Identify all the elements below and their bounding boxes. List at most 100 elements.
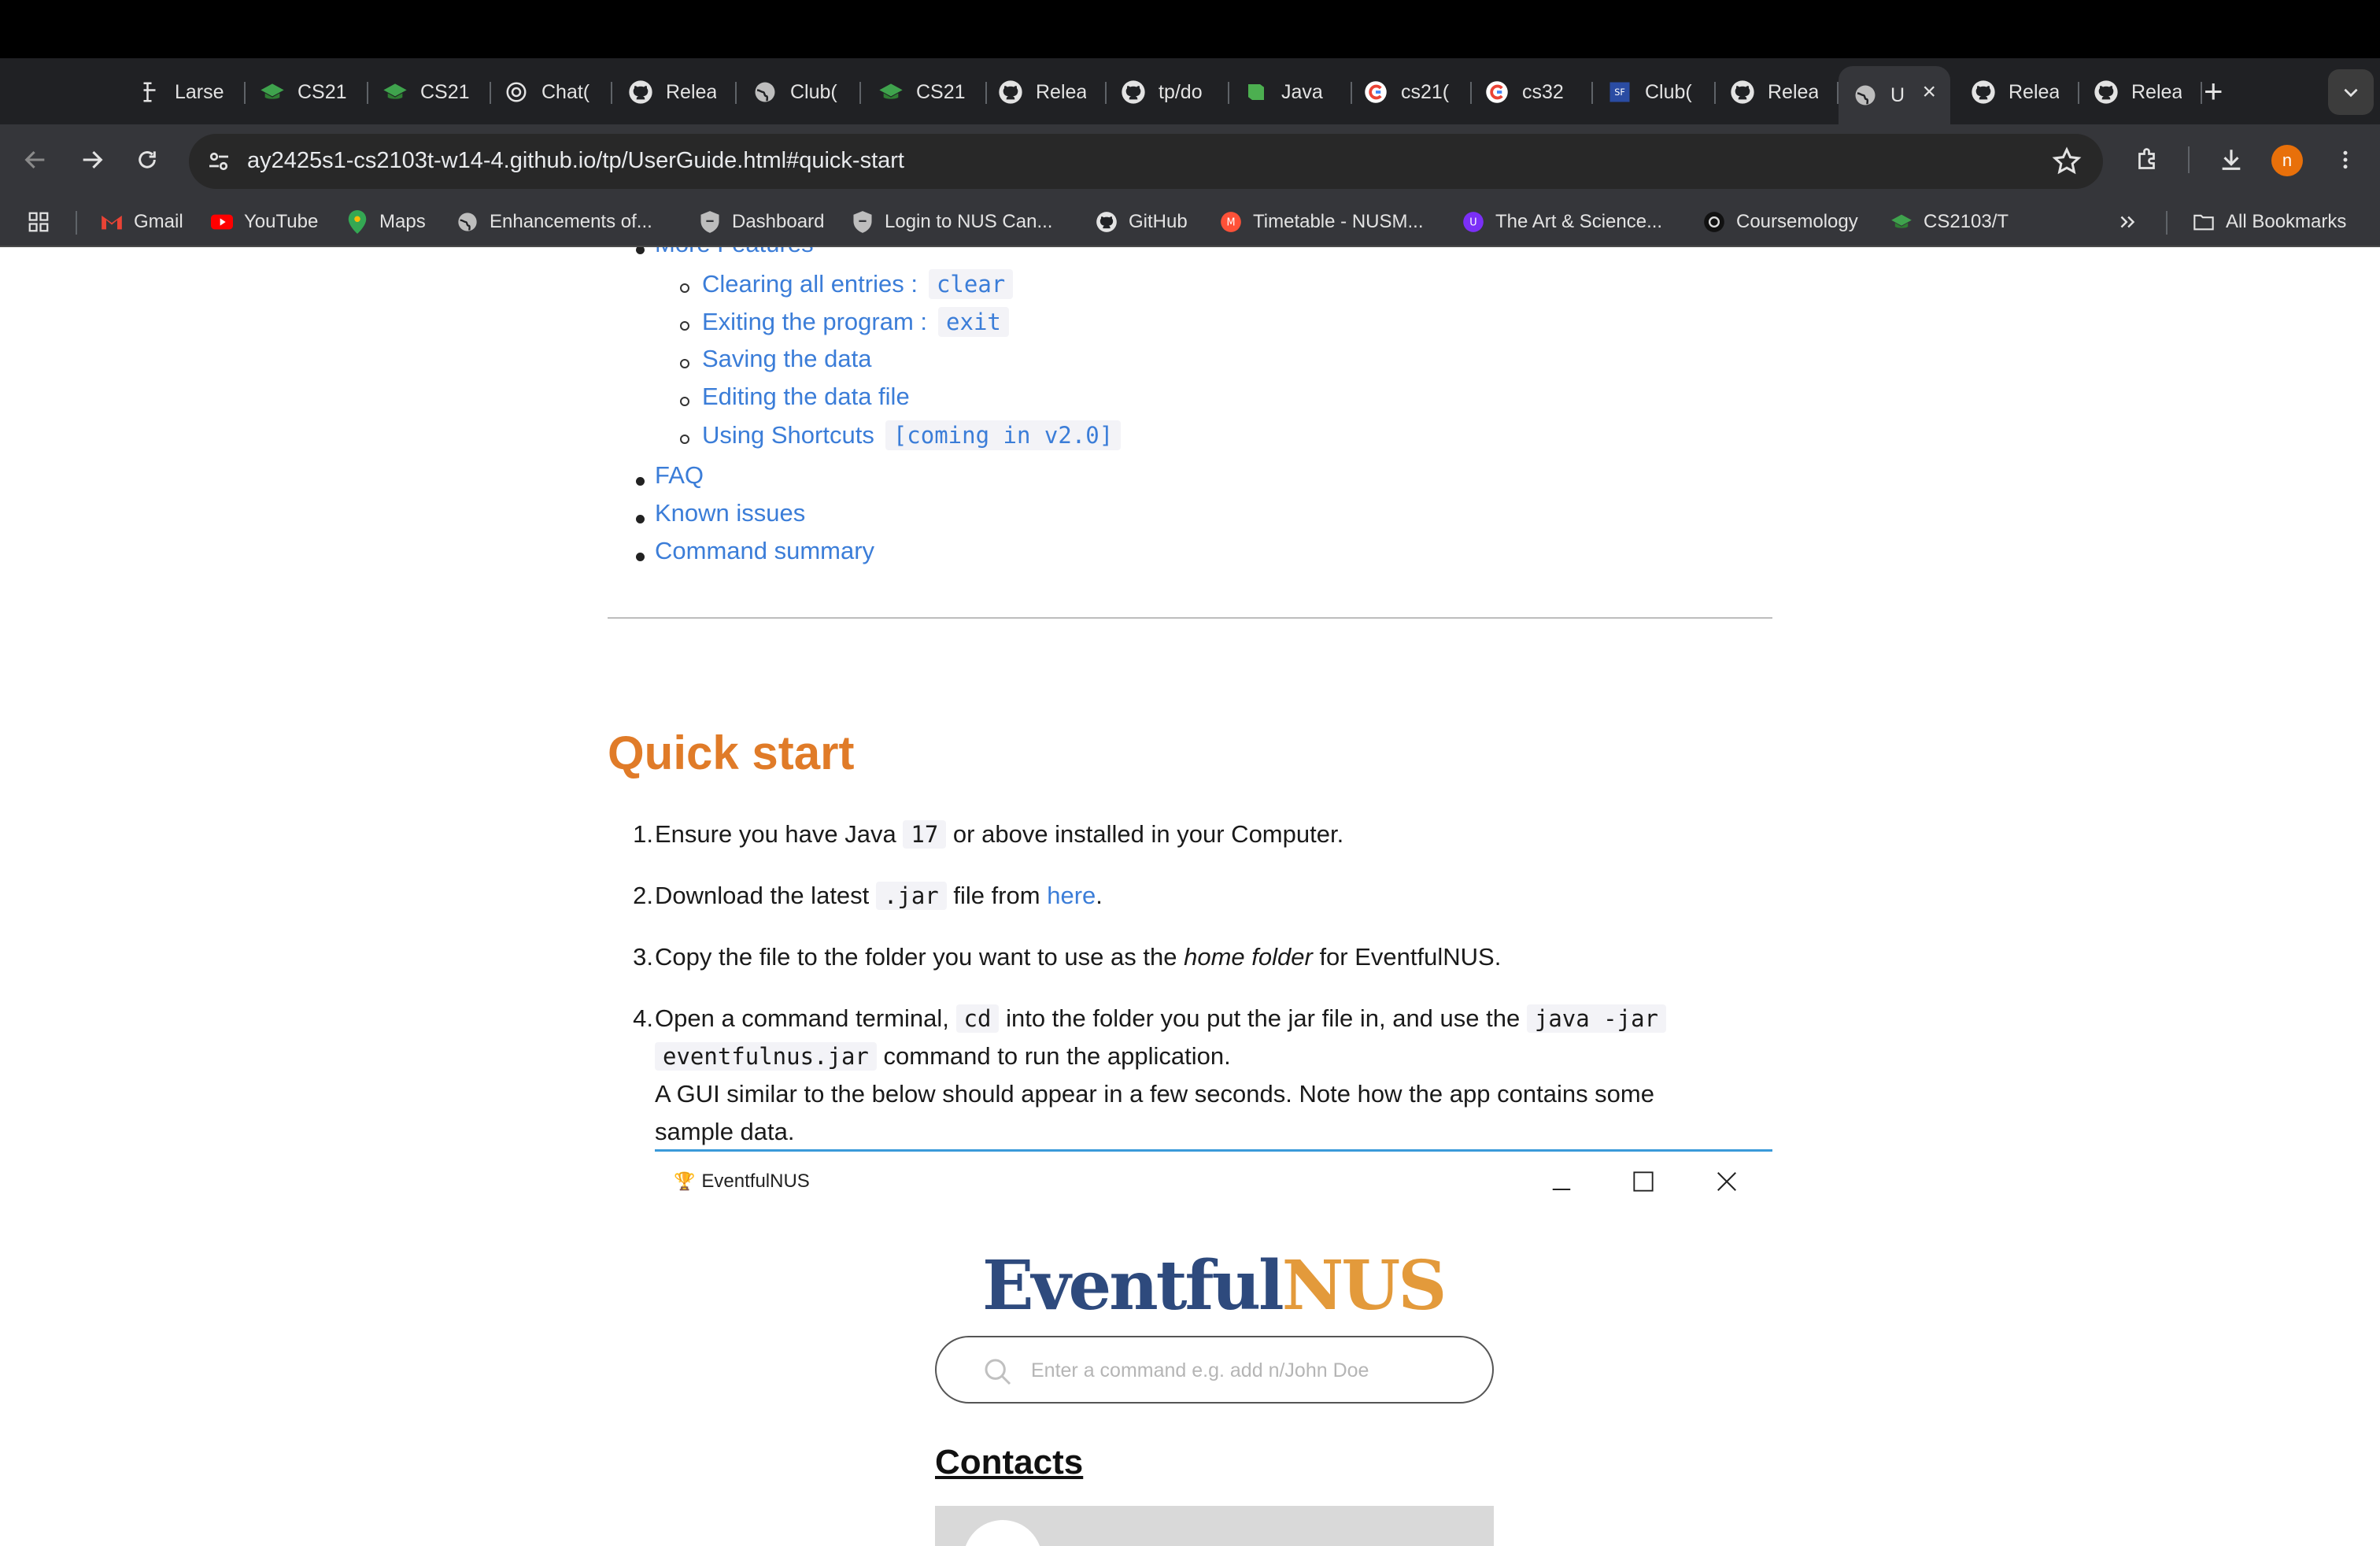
tab-search-button[interactable] — [2328, 69, 2374, 115]
shield-icon — [699, 211, 721, 233]
site-info-icon[interactable] — [205, 147, 233, 176]
arrow-left-icon — [24, 150, 45, 169]
graduation-cap-icon — [260, 80, 285, 105]
bookmark-6[interactable]: GitHub — [1096, 208, 1188, 236]
close-tab-icon[interactable]: × — [1922, 79, 1936, 105]
bookmark-4[interactable]: Dashboard — [699, 208, 824, 236]
all-bookmarks-button[interactable]: All Bookmarks — [2193, 208, 2346, 236]
toc-item-command-summary[interactable]: Command summary — [655, 537, 874, 565]
tab-4[interactable]: Relea — [619, 66, 737, 118]
tab-divider — [1714, 82, 1716, 104]
nusmods-icon: M — [1220, 211, 1242, 233]
extensions-button[interactable] — [2128, 140, 2168, 179]
tab-0[interactable]: Larse — [128, 66, 246, 118]
toc-sub-item[interactable]: Exiting the program : exit — [702, 307, 1009, 337]
address-bar[interactable]: ay2425s1-cs2103t-w14-4.github.io/tp/User… — [189, 134, 2103, 189]
bookmark-divider — [76, 211, 77, 235]
tab-16[interactable]: Relea — [2084, 66, 2202, 118]
toc-sub-item-label: Exiting the program : — [702, 308, 928, 335]
downloads-button[interactable] — [2212, 140, 2251, 179]
tab-6[interactable]: CS21 — [869, 66, 987, 118]
graduation-cap-icon — [382, 80, 408, 105]
back-button[interactable] — [16, 140, 55, 179]
arrow-right-icon — [83, 150, 103, 169]
step-text-mid: into the folder you put the jar file in,… — [1006, 1004, 1521, 1032]
globe-icon — [752, 80, 778, 105]
bookmark-5[interactable]: Login to NUS Can... — [852, 208, 1052, 236]
tab-10[interactable]: cs21( — [1354, 66, 1472, 118]
google-icon — [1484, 80, 1510, 105]
app-logo: EventfulNUS — [982, 1246, 1447, 1326]
app-title-text: EventfulNUS — [701, 1171, 810, 1192]
toc-sub-item[interactable]: Clearing all entries : clear — [702, 269, 1014, 299]
tab-5[interactable]: Club( — [743, 66, 861, 118]
download-link[interactable]: here — [1047, 882, 1096, 909]
inline-code: java -jar — [1526, 1004, 1666, 1033]
tab-divider — [735, 82, 737, 104]
tab-1[interactable]: CS21( — [250, 66, 368, 118]
tab-2[interactable]: CS21 — [373, 66, 491, 118]
page-title: Quick start — [608, 727, 855, 779]
more-bookmarks-button[interactable] — [2117, 208, 2138, 236]
github-icon — [1730, 80, 1755, 105]
folder-icon — [2193, 211, 2215, 233]
bookmark-10[interactable]: CS2103/T — [1890, 208, 2009, 236]
toc-sub-item-label: Using Shortcuts — [702, 421, 874, 449]
toc-sub-item-label: Saving the data — [702, 345, 872, 372]
new-tab-button[interactable]: + — [2204, 72, 2223, 110]
u-icon: U — [1462, 211, 1484, 233]
reload-button[interactable] — [128, 140, 167, 179]
tab-15[interactable]: Relea — [1961, 66, 2079, 118]
apps-button[interactable] — [27, 208, 50, 236]
tab-9[interactable]: Java — [1234, 66, 1352, 118]
bookmark-1[interactable]: YouTube — [211, 208, 318, 236]
menu-button[interactable] — [2326, 140, 2365, 179]
tab-7[interactable]: Relea — [989, 66, 1107, 118]
larse-icon — [137, 80, 162, 105]
app-window-title: 🏆 EventfulNUS — [674, 1171, 810, 1193]
tab-8[interactable]: tp/do — [1111, 66, 1229, 118]
tab-13[interactable]: Relea — [1720, 66, 1839, 118]
bookmark-label: Gmail — [134, 211, 183, 232]
tab-title: tp/do — [1159, 80, 1203, 103]
url-host: ay2425s1-cs2103t-w14-4.github.io — [247, 148, 597, 173]
step-text-mid: file from — [953, 882, 1040, 909]
star-icon[interactable] — [2051, 146, 2082, 177]
globe-icon — [456, 211, 479, 233]
tab-divider — [2201, 82, 2202, 104]
bookmark-0[interactable]: Gmail — [101, 208, 183, 236]
github-icon — [1096, 211, 1118, 233]
toc-sub-item[interactable]: Using Shortcuts [coming in v2.0] — [702, 420, 1122, 450]
github-icon — [2094, 80, 2119, 105]
bookmark-3[interactable]: Enhancements of... — [456, 208, 652, 236]
toc-sub-item[interactable]: Saving the data — [702, 345, 871, 373]
google-icon — [1363, 80, 1388, 105]
tab-divider — [1228, 82, 1229, 104]
step-line: eventfulnus.jar command to run the appli… — [655, 1037, 1788, 1075]
toc-sub-item[interactable]: Editing the data file — [702, 383, 910, 411]
profile-avatar[interactable]: n — [2271, 145, 2303, 176]
forward-button[interactable] — [72, 140, 112, 179]
tab-3[interactable]: Chat( — [494, 66, 612, 118]
bookmark-9[interactable]: Coursemology — [1703, 208, 1858, 236]
bookmark-2[interactable]: Maps — [346, 208, 426, 236]
step-number: 3. — [633, 943, 653, 971]
tab-12[interactable]: SF Club( — [1598, 66, 1716, 118]
tab-14[interactable]: U × — [1839, 66, 1950, 124]
toc-item-faq[interactable]: FAQ — [655, 461, 704, 490]
sf-icon: SF — [1607, 80, 1632, 105]
inline-code: 17 — [903, 820, 947, 849]
toc-item-more-features[interactable]: More Features — [655, 247, 814, 258]
tab-11[interactable]: cs32 — [1475, 66, 1593, 118]
tab-divider — [367, 82, 368, 104]
toc-item-known-issues[interactable]: Known issues — [655, 499, 805, 527]
gmail-icon — [101, 211, 123, 233]
bookmark-8[interactable]: U The Art & Science... — [1462, 208, 1662, 236]
svg-text:SF: SF — [1614, 87, 1625, 98]
bookmark-7[interactable]: M Timetable - NUSM... — [1220, 208, 1423, 236]
graduation-cap-icon — [1890, 211, 1913, 233]
step-text-pre: Download the latest — [655, 882, 870, 909]
book-icon — [1244, 80, 1269, 105]
tab-title: Relea — [1768, 80, 1818, 103]
step-text-post: . — [1096, 882, 1103, 909]
